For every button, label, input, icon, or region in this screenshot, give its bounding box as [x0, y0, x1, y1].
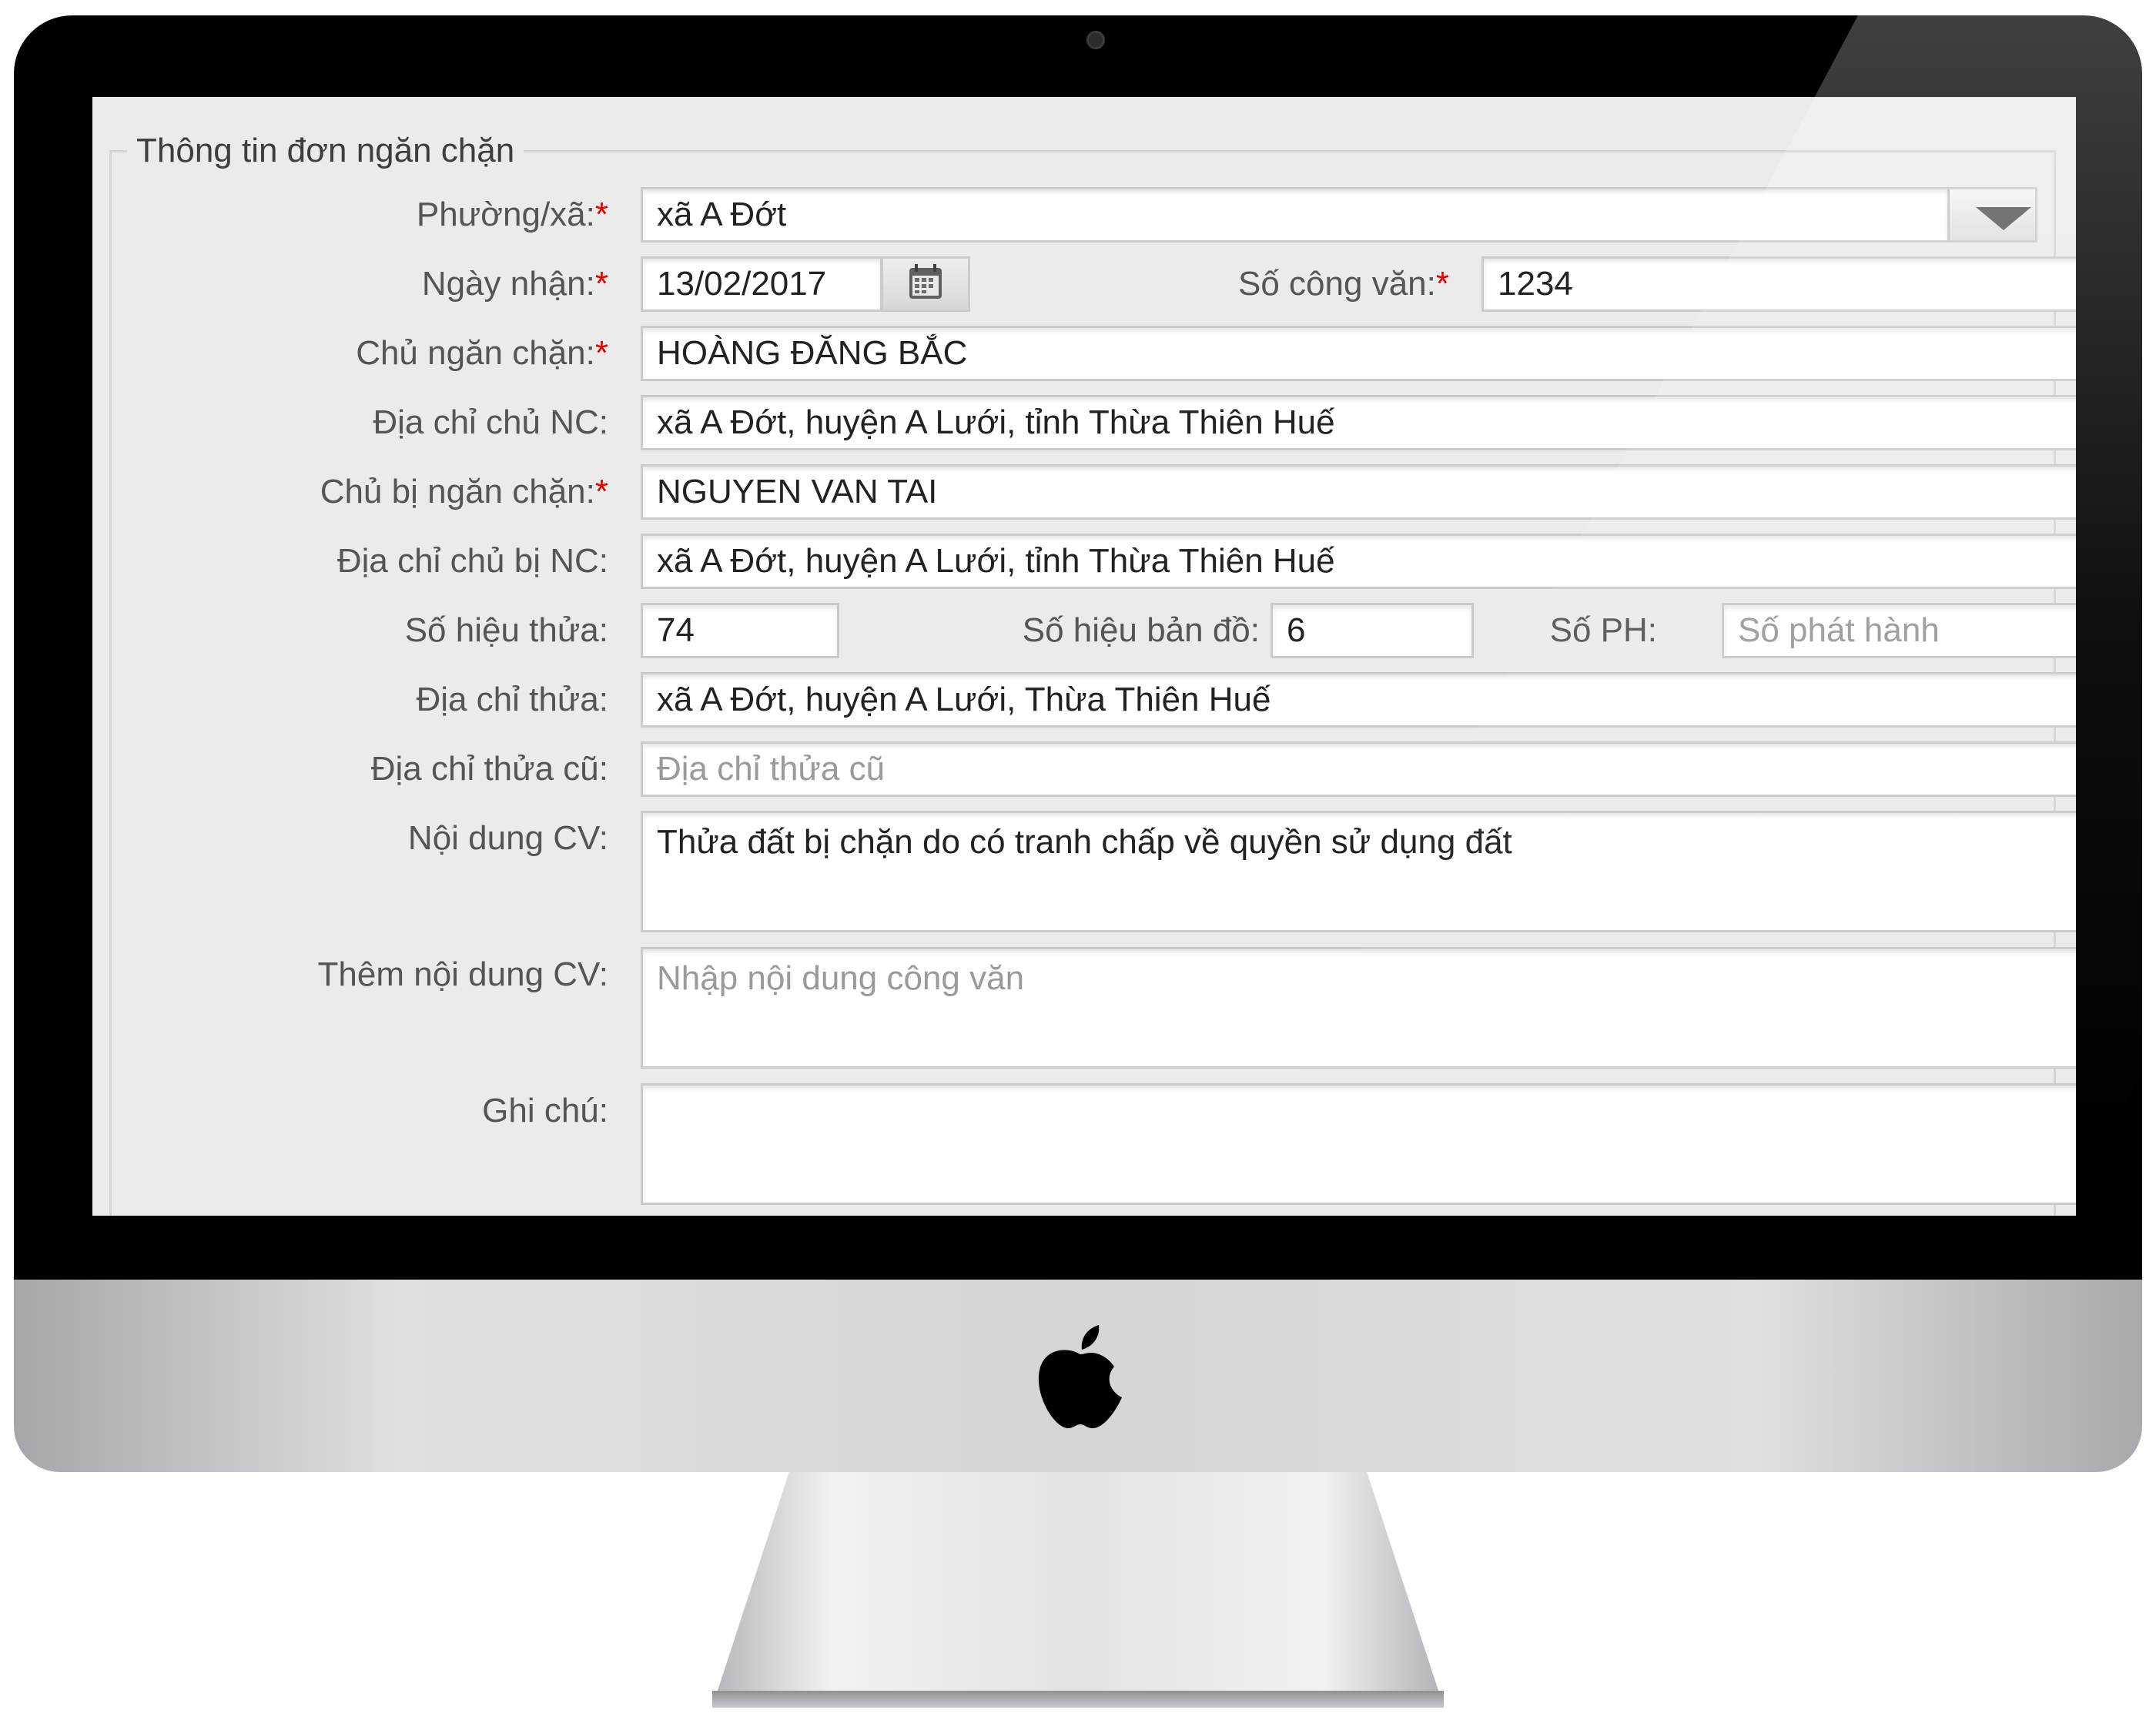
map-number-input[interactable]: 6 — [1270, 603, 1474, 658]
blocker-address-input[interactable]: xã A Đớt, huyện A Lưới, tỉnh Thừa Thiên … — [641, 395, 2076, 450]
parcel-number-input[interactable]: 74 — [641, 603, 839, 658]
chevron-down-icon — [1976, 207, 2031, 230]
document-content-textarea[interactable]: Thửa đất bị chặn do có tranh chấp về quy… — [641, 811, 2076, 932]
camera-dot — [1086, 31, 1105, 49]
blocker-address-label: Địa chỉ chủ NC: — [373, 403, 608, 441]
document-content-label: Nội dung CV: — [407, 819, 608, 857]
calendar-icon — [909, 264, 942, 299]
blocked-address-label: Địa chỉ chủ bị NC: — [336, 542, 608, 580]
issue-number-input[interactable]: Số phát hành — [1722, 603, 2076, 658]
screen: Thông tin đơn ngăn chặn Phường/xã:* xã A… — [92, 97, 2076, 1216]
parcel-address-input[interactable]: xã A Đớt, huyện A Lưới, Thừa Thiên Huế — [641, 672, 2076, 728]
blocker-owner-label: Chủ ngăn chặn:* — [356, 334, 608, 372]
parcel-address-label: Địa chỉ thửa: — [416, 681, 608, 718]
map-number-label: Số hiệu bản đồ: — [1022, 611, 1260, 649]
note-textarea[interactable] — [641, 1083, 2076, 1205]
received-date-label: Ngày nhận:* — [421, 265, 608, 303]
note-label: Ghi chú: — [482, 1092, 608, 1129]
document-number-label: Số công văn:* — [1238, 265, 1449, 303]
stand-base — [712, 1691, 1444, 1708]
monitor-bezel: Thông tin đơn ngăn chặn Phường/xã:* xã A… — [14, 15, 2142, 1280]
blocked-owner-label: Chủ bị ngăn chặn:* — [320, 473, 608, 510]
issue-number-label: Số PH: — [1549, 611, 1657, 649]
blocked-owner-input[interactable]: NGUYEN VAN TAI — [641, 464, 2076, 520]
ward-dropdown-button[interactable] — [1948, 187, 2037, 243]
blocked-address-input[interactable]: xã A Đớt, huyện A Lưới, tỉnh Thừa Thiên … — [641, 534, 2076, 589]
received-date-input[interactable]: 13/02/2017 — [641, 256, 882, 312]
extra-content-label: Thêm nội dung CV: — [317, 955, 608, 993]
blocking-request-form: Thông tin đơn ngăn chặn Phường/xã:* xã A… — [109, 97, 2076, 1216]
form-legend: Thông tin đơn ngăn chặn — [136, 132, 515, 169]
monitor-stand — [712, 1472, 1444, 1707]
old-parcel-address-label: Địa chỉ thửa cũ: — [370, 750, 608, 788]
calendar-button[interactable] — [881, 256, 970, 312]
parcel-number-label: Số hiệu thửa: — [404, 611, 608, 649]
ward-label: Phường/xã:* — [416, 196, 608, 233]
old-parcel-address-input[interactable]: Địa chỉ thửa cũ — [641, 741, 2076, 797]
extra-content-textarea[interactable]: Nhập nội dung công văn — [641, 947, 2076, 1069]
apple-logo-icon — [1038, 1325, 1122, 1428]
document-number-input[interactable]: 1234 — [1481, 256, 2076, 312]
ward-select[interactable]: xã A Đớt — [641, 187, 1950, 243]
monitor-chin — [14, 1280, 2142, 1472]
blocker-owner-input[interactable]: HOÀNG ĐĂNG BẮC — [641, 326, 2076, 381]
